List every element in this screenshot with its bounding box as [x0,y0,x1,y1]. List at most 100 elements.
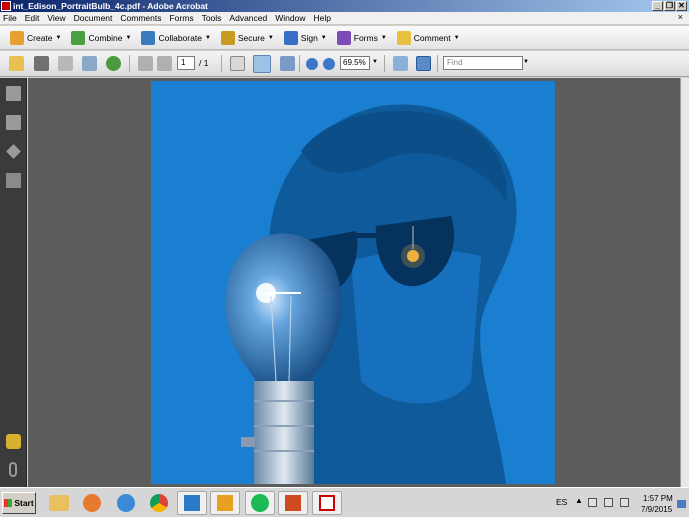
start-button[interactable]: Start [2,492,36,514]
signatures-icon[interactable] [6,173,21,188]
explorer-taskbar-button[interactable] [44,491,74,515]
media-player-taskbar-button[interactable] [77,491,107,515]
menu-help[interactable]: Help [313,13,330,23]
ie-taskbar-button[interactable] [111,491,141,515]
zoom-level-field[interactable]: 69.5% [340,56,370,70]
chevron-down-icon: ▼ [380,34,387,41]
pen-icon [283,30,298,45]
comment-icon [396,30,411,45]
collaborate-icon [141,30,156,45]
minimize-button[interactable]: _ [652,1,663,11]
zoom-in-icon[interactable] [323,58,335,70]
previous-page-icon[interactable] [138,56,153,71]
powerpoint-taskbar-button[interactable] [278,491,308,515]
menu-tools[interactable]: Tools [202,13,222,23]
comments-panel-icon[interactable] [6,434,21,449]
forms-label: Forms [353,32,378,43]
document-close-button[interactable]: × [678,12,683,22]
menu-advanced[interactable]: Advanced [229,13,267,23]
clock-time[interactable]: 1:57 PM [643,494,673,503]
select-cursor-icon[interactable] [230,56,245,71]
globe-icon[interactable] [106,56,121,71]
sign-label: Sign [300,32,318,43]
network-icon[interactable] [604,498,613,507]
find-input[interactable]: Find [443,56,523,70]
zoom-out-icon[interactable] [306,58,318,70]
chrome-taskbar-button[interactable] [144,491,174,515]
secure-button[interactable]: Secure ▼ [220,30,274,45]
combine-button[interactable]: Combine ▼ [71,30,132,45]
internet-explorer-icon [117,494,135,512]
edison-portrait-bulb-image [151,81,555,484]
toolbar-separator [299,55,300,72]
lync-icon [184,495,200,511]
menu-edit[interactable]: Edit [25,13,40,23]
next-page-icon[interactable] [157,56,172,71]
menu-document[interactable]: Document [74,13,113,23]
page-number-input[interactable]: 1 [177,56,195,70]
menu-file[interactable]: File [3,13,17,23]
show-hidden-icons-icon[interactable]: ▲ [575,496,583,505]
zoom-dropdown-icon[interactable]: ▼ [372,59,378,65]
comment-label: Comment [413,32,451,43]
spotify-taskbar-button[interactable] [245,491,275,515]
chevron-down-icon: ▼ [55,34,62,41]
navigation-panel [0,78,27,487]
language-indicator[interactable]: ES [556,497,567,507]
comment-button[interactable]: Comment ▼ [396,30,460,45]
toolbar-separator [221,55,222,72]
bookmarks-icon[interactable] [6,115,21,130]
attachments-icon[interactable] [9,462,17,477]
secure-label: Secure [237,32,265,43]
print-icon[interactable] [34,56,49,71]
collaborate-label: Collaborate [158,32,202,43]
volume-icon[interactable] [620,498,629,507]
lock-icon [220,30,235,45]
acrobat-icon [319,495,335,511]
chevron-down-icon: ▼ [204,34,211,41]
action-center-flag-icon[interactable] [588,498,597,507]
marquee-zoom-icon[interactable] [280,56,295,71]
vertical-scrollbar[interactable] [680,78,689,487]
forms-icon [336,30,351,45]
chevron-down-icon: ▼ [125,34,132,41]
pages-icon[interactable] [6,86,21,101]
page-total: / 1 [199,58,209,68]
menu-forms[interactable]: Forms [169,13,193,23]
hand-tool-icon[interactable] [253,55,271,73]
toolbar-separator [437,55,438,72]
collaborate-button[interactable]: Collaborate ▼ [141,30,211,45]
save-icon[interactable] [58,56,73,71]
chrome-icon [150,494,168,512]
menu-comments[interactable]: Comments [120,13,161,23]
sign-button[interactable]: Sign ▼ [283,30,327,45]
folder-icon [49,495,69,511]
clock-date[interactable]: 7/9/2015 [641,505,672,514]
fit-page-icon[interactable] [416,56,431,71]
pdf-page [151,81,555,484]
powerpoint-icon [285,495,301,511]
toolbar-separator [129,55,130,72]
fit-width-icon[interactable] [393,56,408,71]
menu-view[interactable]: View [47,13,65,23]
forms-button[interactable]: Forms ▼ [336,30,387,45]
email-icon[interactable] [82,56,97,71]
menu-window[interactable]: Window [275,13,305,23]
main-toolbar: 1 / 1 69.5% ▼ Find ▼ [0,51,689,77]
spotify-icon [251,494,269,512]
acrobat-taskbar-button[interactable] [312,491,342,515]
open-folder-icon[interactable] [9,56,24,71]
restore-button[interactable]: ❐ [664,1,675,11]
find-dropdown-icon[interactable]: ▼ [523,59,529,65]
close-button[interactable]: ✕ [676,1,687,11]
outlook-taskbar-button[interactable] [210,491,240,515]
lync-taskbar-button[interactable] [177,491,207,515]
chevron-down-icon: ▼ [267,34,274,41]
tasks-toolbar: Create ▼ Combine ▼ Collaborate ▼ Secure ▼ Si… [0,26,689,50]
show-desktop-button[interactable] [677,500,686,508]
window-title: int_Edison_PortraitBulb_4c.pdf - Adobe A… [13,1,208,11]
create-label: Create [27,32,53,43]
create-button[interactable]: Create ▼ [10,30,62,45]
layers-icon[interactable] [6,144,21,159]
create-icon [10,30,24,45]
